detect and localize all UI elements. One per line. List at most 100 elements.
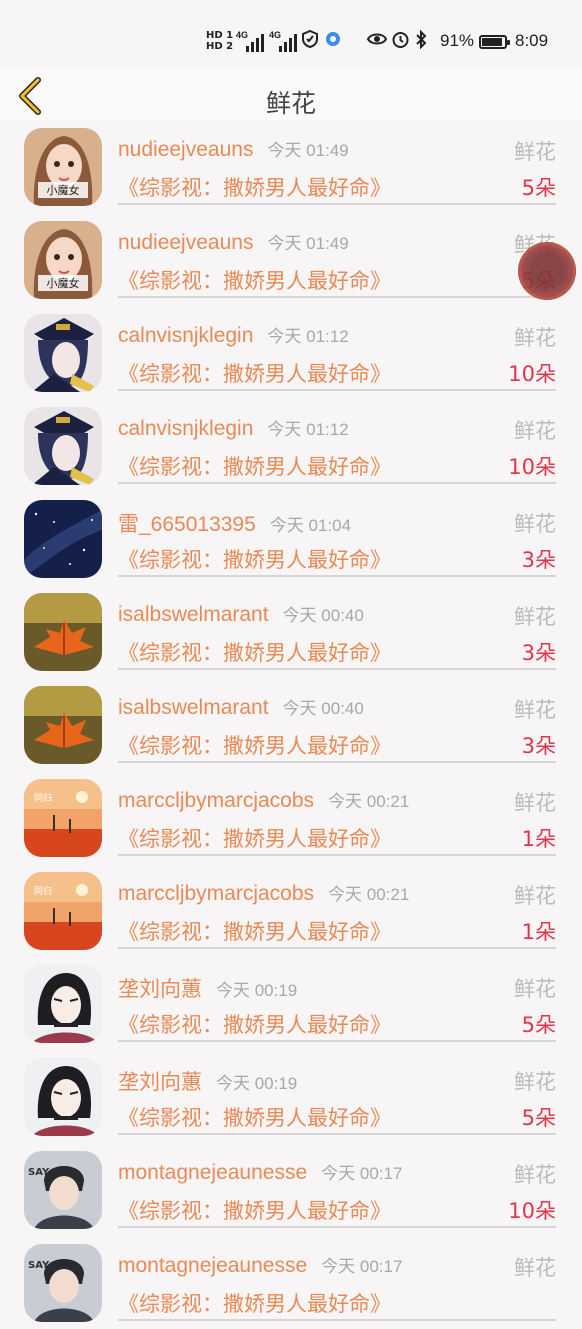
- book-title[interactable]: 《综影视：撒娇男人最好命》: [118, 265, 391, 295]
- book-title[interactable]: 《综影视：撒娇男人最好命》: [118, 358, 391, 388]
- avatar[interactable]: [24, 965, 102, 1043]
- clock: 8:09: [515, 31, 549, 50]
- divider: [118, 947, 556, 949]
- book-title[interactable]: 《综影视：撒娇男人最好命》: [118, 544, 391, 574]
- app-notification-icon: [324, 30, 342, 53]
- gift-count: 5朵: [521, 176, 556, 200]
- list-item[interactable]: 雷_665013395 今天 01:04 《综影视：撒娇男人最好命》 鲜花 3朵: [0, 492, 582, 585]
- gift-count: 10朵: [508, 362, 556, 386]
- timestamp: 今天 00:21: [328, 885, 410, 904]
- book-title[interactable]: 《综影视：撒娇男人最好命》: [118, 451, 391, 481]
- book-title[interactable]: 《综影视：撒娇男人最好命》: [118, 823, 391, 853]
- book-title[interactable]: 《综影视：撒娇男人最好命》: [118, 1009, 391, 1039]
- username: marccljbymarcjacobs 今天 00:21: [118, 880, 409, 906]
- svg-text:小魔女: 小魔女: [47, 276, 80, 290]
- divider: [118, 1133, 556, 1135]
- gift-count: 3朵: [521, 734, 556, 758]
- book-title[interactable]: 《综影视：撒娇男人最好命》: [118, 916, 391, 946]
- gift-count: 1朵: [521, 920, 556, 944]
- gift-type: 鲜花: [514, 326, 556, 350]
- list-item[interactable]: 同归 marccljbymarcjacobs 今天 00:21 《综影视：撒娇男人…: [0, 864, 582, 957]
- avatar[interactable]: SAY: [24, 1244, 102, 1322]
- hd1-label: HD 1: [206, 30, 234, 41]
- username: nudieejveauns 今天 01:49: [118, 136, 349, 162]
- username: 雷_665013395 今天 01:04: [118, 508, 351, 538]
- avatar[interactable]: [24, 314, 102, 392]
- username: 垄刘向蕙 今天 00:19: [118, 973, 297, 1003]
- list-item[interactable]: 垄刘向蕙 今天 00:19 《综影视：撒娇男人最好命》 鲜花 5朵: [0, 957, 582, 1050]
- divider: [118, 1226, 556, 1228]
- username-text: 垄刘向蕙: [118, 978, 202, 1001]
- gift-type: 鲜花: [514, 884, 556, 908]
- gift-count: 5朵: [521, 1013, 556, 1037]
- avatar[interactable]: 同归: [24, 872, 102, 950]
- flower-gift-list: 小魔女 nudieejveauns 今天 01:49 《综影视：撒娇男人最好命》 …: [0, 120, 582, 1329]
- signal-icon-2: [279, 30, 297, 52]
- list-item[interactable]: 同归 marccljbymarcjacobs 今天 00:21 《综影视：撒娇男人…: [0, 771, 582, 864]
- list-item[interactable]: isalbswelmarant 今天 00:40 《综影视：撒娇男人最好命》 鲜花…: [0, 585, 582, 678]
- book-title[interactable]: 《综影视：撒娇男人最好命》: [118, 1288, 391, 1318]
- svg-text:同归: 同归: [34, 885, 52, 897]
- book-title[interactable]: 《综影视：撒娇男人最好命》: [118, 1102, 391, 1132]
- username-text: montagnejeaunesse: [118, 1254, 308, 1277]
- book-title[interactable]: 《综影视：撒娇男人最好命》: [118, 730, 391, 760]
- avatar[interactable]: SAY: [24, 1151, 102, 1229]
- timestamp: 今天 00:40: [282, 699, 364, 718]
- book-title[interactable]: 《综影视：撒娇男人最好命》: [118, 1195, 391, 1225]
- gift-count: 5朵: [521, 1106, 556, 1130]
- username-text: calnvisnjklegin: [118, 417, 254, 440]
- avatar[interactable]: 小魔女: [24, 128, 102, 206]
- svg-text:小魔女: 小魔女: [47, 183, 80, 197]
- timestamp: 今天 00:17: [321, 1164, 403, 1183]
- avatar[interactable]: 同归: [24, 779, 102, 857]
- avatar[interactable]: [24, 593, 102, 671]
- book-title[interactable]: 《综影视：撒娇男人最好命》: [118, 172, 391, 202]
- username-text: 垄刘向蕙: [118, 1071, 202, 1094]
- username-text: calnvisnjklegin: [118, 324, 254, 347]
- vpn-shield-icon: [302, 29, 318, 53]
- avatar[interactable]: [24, 1058, 102, 1136]
- username: isalbswelmarant 今天 00:40: [118, 694, 364, 720]
- list-item[interactable]: 垄刘向蕙 今天 00:19 《综影视：撒娇男人最好命》 鲜花 5朵: [0, 1050, 582, 1143]
- divider: [118, 575, 556, 577]
- username-text: isalbswelmarant: [118, 696, 269, 719]
- floating-action-button[interactable]: [518, 242, 576, 300]
- timestamp: 今天 00:19: [216, 1074, 298, 1093]
- status-bar: HD 1 HD 2 4G 4G 91% 8:09: [0, 0, 582, 70]
- username-text: marccljbymarcjacobs: [118, 789, 315, 812]
- list-item[interactable]: 小魔女 nudieejveauns 今天 01:49 《综影视：撒娇男人最好命》 …: [0, 120, 582, 213]
- avatar[interactable]: [24, 686, 102, 764]
- username: montagnejeaunesse 今天 00:17: [118, 1252, 402, 1278]
- gift-type: 鲜花: [514, 140, 556, 164]
- gift-type: 鲜花: [514, 1163, 556, 1187]
- battery-icon: [479, 35, 510, 49]
- divider: [118, 482, 556, 484]
- timestamp: 今天 00:19: [216, 981, 298, 1000]
- list-item[interactable]: calnvisnjklegin 今天 01:12 《综影视：撒娇男人最好命》 鲜花…: [0, 399, 582, 492]
- username-text: isalbswelmarant: [118, 603, 269, 626]
- list-item[interactable]: SAY montagnejeaunesse 今天 00:17 《综影视：撒娇男人最…: [0, 1236, 582, 1329]
- list-item[interactable]: 小魔女 nudieejveauns 今天 01:49 《综影视：撒娇男人最好命》 …: [0, 213, 582, 306]
- avatar[interactable]: [24, 500, 102, 578]
- timestamp: 今天 00:40: [282, 606, 364, 625]
- username: montagnejeaunesse 今天 00:17: [118, 1159, 402, 1185]
- timestamp: 今天 01:12: [267, 420, 349, 439]
- username: isalbswelmarant 今天 00:40: [118, 601, 364, 627]
- page-title: 鲜花: [265, 89, 316, 118]
- username: 垄刘向蕙 今天 00:19: [118, 1066, 297, 1096]
- divider: [118, 668, 556, 670]
- username-text: 雷_665013395: [118, 513, 256, 536]
- bluetooth-icon: [415, 29, 427, 54]
- gift-type: 鲜花: [514, 605, 556, 629]
- list-item[interactable]: isalbswelmarant 今天 00:40 《综影视：撒娇男人最好命》 鲜花…: [0, 678, 582, 771]
- book-title[interactable]: 《综影视：撒娇男人最好命》: [118, 637, 391, 667]
- username: calnvisnjklegin 今天 01:12: [118, 415, 349, 441]
- avatar[interactable]: [24, 407, 102, 485]
- list-item[interactable]: calnvisnjklegin 今天 01:12 《综影视：撒娇男人最好命》 鲜花…: [0, 306, 582, 399]
- divider: [118, 1040, 556, 1042]
- network-hd-indicator: HD 1 HD 2: [206, 30, 233, 52]
- avatar[interactable]: 小魔女: [24, 221, 102, 299]
- list-item[interactable]: SAY montagnejeaunesse 今天 00:17 《综影视：撒娇男人最…: [0, 1143, 582, 1236]
- battery-percent: 91%: [440, 31, 475, 50]
- username: nudieejveauns 今天 01:49: [118, 229, 349, 255]
